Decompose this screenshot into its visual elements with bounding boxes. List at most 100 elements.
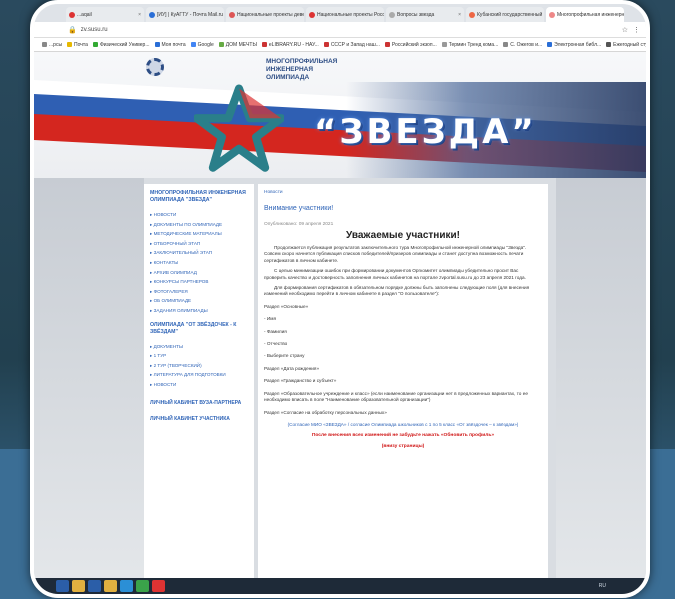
sidebar-item[interactable]: МЕТОДИЧЕСКИЕ МАТЕРИАЛЫ bbox=[150, 229, 248, 239]
bookmark-label: ДОМ МЕЧТЫ bbox=[225, 41, 257, 48]
close-tab-icon[interactable]: × bbox=[138, 12, 141, 18]
bookmark-item[interactable]: Термин Тренд кома... bbox=[441, 41, 499, 48]
browser-tab[interactable]: Национальные проекты России× bbox=[306, 7, 384, 22]
update-profile-note: После внесения всех изменений не забудьт… bbox=[311, 432, 495, 438]
browser-tab[interactable]: [ИУ] | КуАГТУ - Почта Mail.ru× bbox=[146, 7, 224, 22]
sidebar-item[interactable]: ФОТОГАЛЕРЕЯ bbox=[150, 287, 248, 297]
browser-tab[interactable]: Вопросы звезда × bbox=[386, 7, 464, 22]
partner-cabinet-link[interactable]: ЛИЧНЫЙ КАБИНЕТ ВУЗА-ПАРТНЕРА bbox=[150, 400, 248, 406]
bookmark-favicon-icon bbox=[441, 42, 447, 47]
url-text[interactable]: zv.susu.ru bbox=[81, 27, 618, 33]
bookmark-label: ...рсы bbox=[49, 41, 63, 48]
sidebar-item[interactable]: ДОКУМЕНТЫ ПО ОЛИМПИАДЕ bbox=[150, 220, 248, 230]
chrome-icon[interactable] bbox=[136, 580, 149, 592]
bookmark-label: Почта bbox=[74, 41, 88, 48]
breadcrumb[interactable]: Новости bbox=[264, 190, 542, 195]
bookmark-label: eLIBRARY.RU - НАУ... bbox=[268, 41, 319, 48]
tab-label: Национальные проекты России bbox=[317, 11, 384, 18]
bookmark-favicon-icon bbox=[67, 42, 73, 47]
sidebar-item[interactable]: 1 ТУР bbox=[150, 351, 248, 361]
sidebar-item[interactable]: КОНКУРСЫ ПАРТНЕРОВ bbox=[150, 277, 248, 287]
sidebar-item[interactable]: НОВОСТИ bbox=[150, 210, 248, 220]
sidebar-item[interactable]: НОВОСТИ bbox=[150, 380, 248, 390]
word-icon[interactable] bbox=[88, 580, 101, 592]
app-icon[interactable] bbox=[120, 580, 133, 592]
close-tab-icon[interactable]: × bbox=[458, 12, 461, 18]
bookmark-label: Ежегодный студен... bbox=[613, 41, 646, 48]
yandex-icon[interactable] bbox=[152, 580, 165, 592]
bookmark-item[interactable]: СССР и Запад наш... bbox=[323, 42, 380, 48]
bookmark-label: Российский экзоп... bbox=[391, 41, 437, 48]
bookmark-label: С. Ожегов и... bbox=[510, 41, 543, 48]
required-field-item: Раздел «Дата рождения» bbox=[264, 365, 320, 371]
sidebar-item[interactable]: ДОКУМЕНТЫ bbox=[150, 342, 248, 352]
required-field-item: - Имя bbox=[264, 316, 276, 322]
sidebar-item[interactable]: 2 ТУР (ТВОРЧЕСКИЙ) bbox=[150, 361, 248, 371]
bookmark-favicon-icon bbox=[42, 42, 47, 47]
org-title: МНОГОПРОФИЛЬНАЯ ИНЖЕНЕРНАЯ ОЛИМПИАДА bbox=[266, 58, 338, 81]
tab-favicon-icon bbox=[469, 11, 475, 18]
bookmark-favicon-icon bbox=[154, 42, 160, 47]
address-bar[interactable]: 🔒 zv.susu.ru ☆ ⋮ bbox=[34, 22, 646, 38]
extensions-icon[interactable]: ⋮ bbox=[633, 26, 640, 34]
bookmark-item[interactable]: Российский экзоп... bbox=[384, 41, 437, 48]
participant-cabinet-link[interactable]: ЛИЧНЫЙ КАБИНЕТ УЧАСТНИКА bbox=[150, 416, 248, 422]
article-heading: Уважаемые участники! bbox=[346, 230, 460, 241]
sidebar-item[interactable]: ОБ ОЛИМПИАДЕ bbox=[150, 296, 248, 306]
required-field-item: Раздел «Гражданство и субъект» bbox=[264, 378, 337, 384]
page-body: МНОГОПРОФИЛЬНАЯ ИНЖЕНЕРНАЯ ОЛИМПИАДА "ЗВ… bbox=[34, 178, 646, 586]
sidebar-item[interactable]: ЗАКЛЮЧИТЕЛЬНЫЙ ЭТАП bbox=[150, 248, 248, 258]
bookmark-label: Google bbox=[197, 41, 214, 48]
explorer-icon[interactable] bbox=[72, 580, 85, 592]
language-indicator[interactable]: RU bbox=[599, 583, 606, 589]
tab-label: Кубанский государственный ... bbox=[477, 11, 544, 18]
bookmark-label: Термин Тренд кома... bbox=[448, 41, 499, 48]
tab-label: Многопрофильная инженерная... bbox=[557, 11, 624, 18]
bookmark-item[interactable]: ДОМ МЕЧТЫ bbox=[218, 41, 257, 48]
bookmark-favicon-icon bbox=[503, 42, 509, 47]
bookmark-favicon-icon bbox=[261, 42, 267, 47]
bookmark-item[interactable]: Почта bbox=[67, 42, 88, 48]
required-field-item: - Отчество bbox=[264, 341, 288, 347]
browser-tab[interactable]: Кубанский государственный ...× bbox=[466, 7, 544, 22]
tab-label: ...aqail bbox=[77, 11, 92, 18]
browser-tab[interactable]: Национальные проекты девел...× bbox=[226, 7, 304, 22]
required-field-item: - Выберите страну bbox=[264, 353, 305, 359]
sidebar-item[interactable]: ЗАДАНИЯ ОЛИМПИАДЫ bbox=[150, 306, 248, 316]
university-logo[interactable] bbox=[146, 58, 164, 76]
article: Новости Внимание участники! Опубликовано… bbox=[258, 184, 548, 584]
publish-date: Опубликовано: 09 апреля 2021 bbox=[264, 222, 334, 227]
sidebar-item[interactable]: ОТБОРОЧНЫЙ ЭТАП bbox=[150, 239, 248, 249]
bookmark-item[interactable]: eLIBRARY.RU - НАУ... bbox=[261, 41, 319, 48]
consent-link[interactable]: (Согласие МИО «ЗВЕЗДА» / согласие Олимпи… bbox=[264, 422, 542, 427]
bookmark-item[interactable]: Физический Универ... bbox=[92, 42, 150, 48]
tab-label: Вопросы звезда bbox=[397, 11, 435, 18]
start-icon[interactable] bbox=[56, 580, 69, 592]
tab-favicon-icon bbox=[389, 11, 395, 18]
browser-tab[interactable]: Многопрофильная инженерная...× bbox=[546, 7, 624, 22]
article-title[interactable]: Внимание участники! bbox=[264, 205, 542, 212]
bookmarks-bar: ...рсы Почта Физический Универ... Моя почта… bbox=[34, 38, 646, 52]
bookmark-label: Электронная библ... bbox=[554, 41, 602, 48]
bookmark-item[interactable]: ...рсы bbox=[42, 42, 62, 48]
sidebar-item[interactable]: КОНТАКТЫ bbox=[150, 258, 248, 268]
star-bookmark-icon[interactable]: ☆ bbox=[622, 26, 628, 34]
browser-tab[interactable]: ...aqail × bbox=[66, 7, 144, 22]
bookmark-item[interactable]: Моя почта bbox=[154, 42, 186, 48]
bookmark-item[interactable]: Google bbox=[190, 41, 214, 48]
tab-favicon-icon bbox=[149, 11, 155, 18]
required-field-item: Раздел «Согласие на обработку персональн… bbox=[264, 409, 387, 415]
paragraph-1: Продолжается публикация результатов закл… bbox=[264, 245, 527, 263]
bookmark-item[interactable]: С. Ожегов и... bbox=[503, 42, 542, 48]
lock-icon: 🔒 bbox=[68, 26, 77, 34]
bookmark-favicon-icon bbox=[323, 42, 329, 47]
folder-icon[interactable] bbox=[104, 580, 117, 592]
sidebar-item[interactable]: ЛИТЕРАТУРА ДЛЯ ПОДГОТОВКИ bbox=[150, 370, 248, 380]
star-logo bbox=[194, 84, 284, 172]
bookmark-favicon-icon bbox=[384, 42, 390, 47]
bookmark-item[interactable]: Электронная библ... bbox=[547, 42, 601, 48]
sidebar-item[interactable]: АРХИВ ОЛИМПИАД bbox=[150, 268, 248, 278]
bookmark-item[interactable]: Ежегодный студен... bbox=[606, 42, 646, 48]
browser-tabbar: ...aqail×[ИУ] | КуАГТУ - Почта Mail.ru×Н… bbox=[34, 4, 646, 22]
required-field-item: Раздел «Основные» bbox=[264, 303, 309, 309]
